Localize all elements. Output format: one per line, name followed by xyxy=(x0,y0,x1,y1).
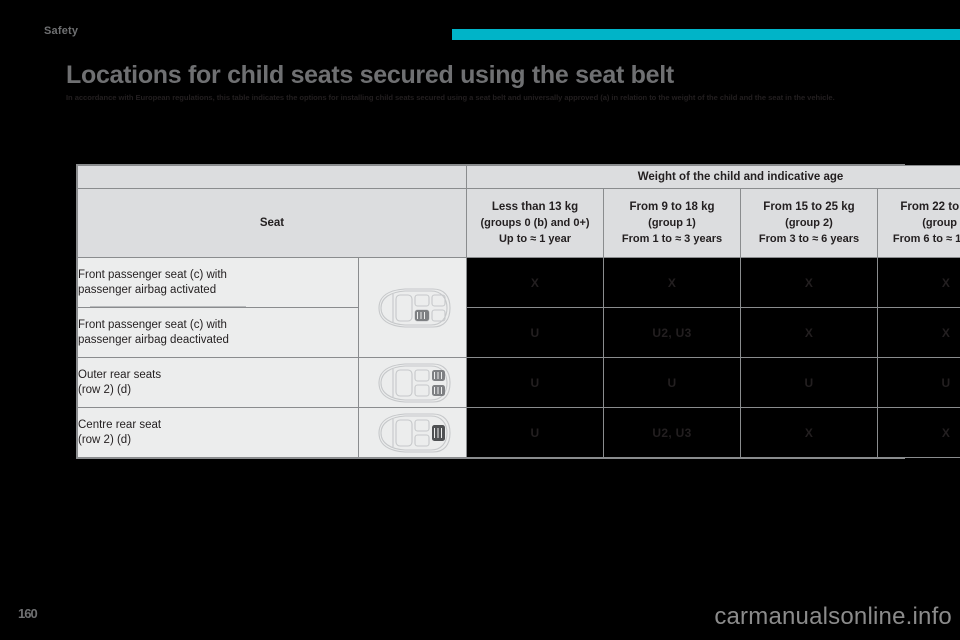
child-seat-locations-table: Weight of the child and indicative age S… xyxy=(76,164,960,459)
value-cell: X xyxy=(603,257,741,308)
value-cell: U xyxy=(466,357,604,408)
value-cell: X xyxy=(740,307,878,358)
header-group-2: From 15 to 25 kg (group 2) From 3 to ≈ 6… xyxy=(740,188,878,258)
seat-label-centre-rear-line1: Centre rear seat xyxy=(78,418,162,431)
value-cell: U xyxy=(876,357,960,408)
value-cell: U xyxy=(466,407,604,458)
header-group-3: From 22 to 36 kg (group 3) From 6 to ≈ 1… xyxy=(876,188,960,258)
table-header-row-groups: Seat Less than 13 kg (groups 0 (b) and 0… xyxy=(77,188,960,258)
header-group-3-weight: From 22 to 36 kg xyxy=(900,201,960,213)
seat-label-front-airbag-off-line2: passenger airbag deactivated xyxy=(78,333,229,346)
header-group-3-group: (group 3) xyxy=(922,217,960,229)
value-cell: U2, U3 xyxy=(603,307,741,358)
header-group-1-weight: From 9 to 18 kg xyxy=(629,201,715,213)
value-cell: X xyxy=(740,407,878,458)
header-group-1: From 9 to 18 kg (group 1) From 1 to ≈ 3 … xyxy=(603,188,741,258)
header-group-1-age: From 1 to ≈ 3 years xyxy=(621,233,723,245)
header-group-2-weight: From 15 to 25 kg xyxy=(763,201,855,213)
page-subtitle: In accordance with European regulations,… xyxy=(66,93,835,102)
seat-label-centre-rear-line2: (row 2) (d) xyxy=(78,433,132,446)
table-row: Front passenger seat (c) with passenger … xyxy=(77,307,960,358)
seat-label-front-airbag-off: Front passenger seat (c) with passenger … xyxy=(77,307,359,358)
seat-label-front-airbag-on: Front passenger seat (c) with passenger … xyxy=(77,257,359,308)
header-blank-cell xyxy=(77,165,467,189)
site-watermark: carmanualsonline.info xyxy=(714,603,952,630)
table-row: Outer rear seats (row 2) (d) U U U U xyxy=(77,357,960,408)
table-row: Centre rear seat (row 2) (d) U U2, U3 X … xyxy=(77,407,960,458)
value-cell: U xyxy=(603,357,741,408)
value-cell: U xyxy=(466,307,604,358)
seat-label-centre-rear: Centre rear seat (row 2) (d) xyxy=(77,407,359,458)
value-cell: X xyxy=(876,257,960,308)
table-header-row-top: Weight of the child and indicative age xyxy=(77,165,960,189)
header-group-0-age: Up to ≈ 1 year xyxy=(498,233,572,245)
header-group-3-age: From 6 to ≈ 10 years xyxy=(892,233,960,245)
value-cell: X xyxy=(740,257,878,308)
value-cell: U xyxy=(740,357,878,408)
header-group-2-group: (group 2) xyxy=(785,217,833,229)
car-diagram-outer-rear-seats xyxy=(358,357,467,408)
page-number: 160 xyxy=(18,606,38,621)
header-weight-age: Weight of the child and indicative age xyxy=(465,165,960,189)
header-seat: Seat xyxy=(77,188,467,258)
value-cell: X xyxy=(876,407,960,458)
value-cell: X xyxy=(466,257,604,308)
car-diagram-front-seats xyxy=(358,257,467,358)
seat-label-outer-rear: Outer rear seats (row 2) (d) xyxy=(77,357,359,408)
chapter-label: Safety xyxy=(44,25,79,37)
car-diagram-centre-rear-seat xyxy=(358,407,467,458)
header-group-0-weight: Less than 13 kg xyxy=(491,201,579,213)
header-group-2-age: From 3 to ≈ 6 years xyxy=(758,233,860,245)
header-group-0-group: (groups 0 (b) and 0+) xyxy=(480,217,590,229)
header-group-0: Less than 13 kg (groups 0 (b) and 0+) Up… xyxy=(466,188,604,258)
seat-label-outer-rear-line1: Outer rear seats xyxy=(78,368,162,381)
seat-label-front-airbag-on-line1: Front passenger seat (c) with xyxy=(78,268,227,281)
chapter-accent-rule xyxy=(452,29,960,40)
header-group-1-group: (group 1) xyxy=(648,217,696,229)
value-cell: U2, U3 xyxy=(603,407,741,458)
seat-label-outer-rear-line2: (row 2) (d) xyxy=(78,383,132,396)
seat-label-front-airbag-on-line2: passenger airbag activated xyxy=(78,283,217,296)
value-cell: X xyxy=(876,307,960,358)
table-row: Front passenger seat (c) with passenger … xyxy=(77,257,960,358)
seat-label-front-airbag-off-line1: Front passenger seat (c) with xyxy=(78,318,227,331)
page-title: Locations for child seats secured using … xyxy=(66,61,674,89)
